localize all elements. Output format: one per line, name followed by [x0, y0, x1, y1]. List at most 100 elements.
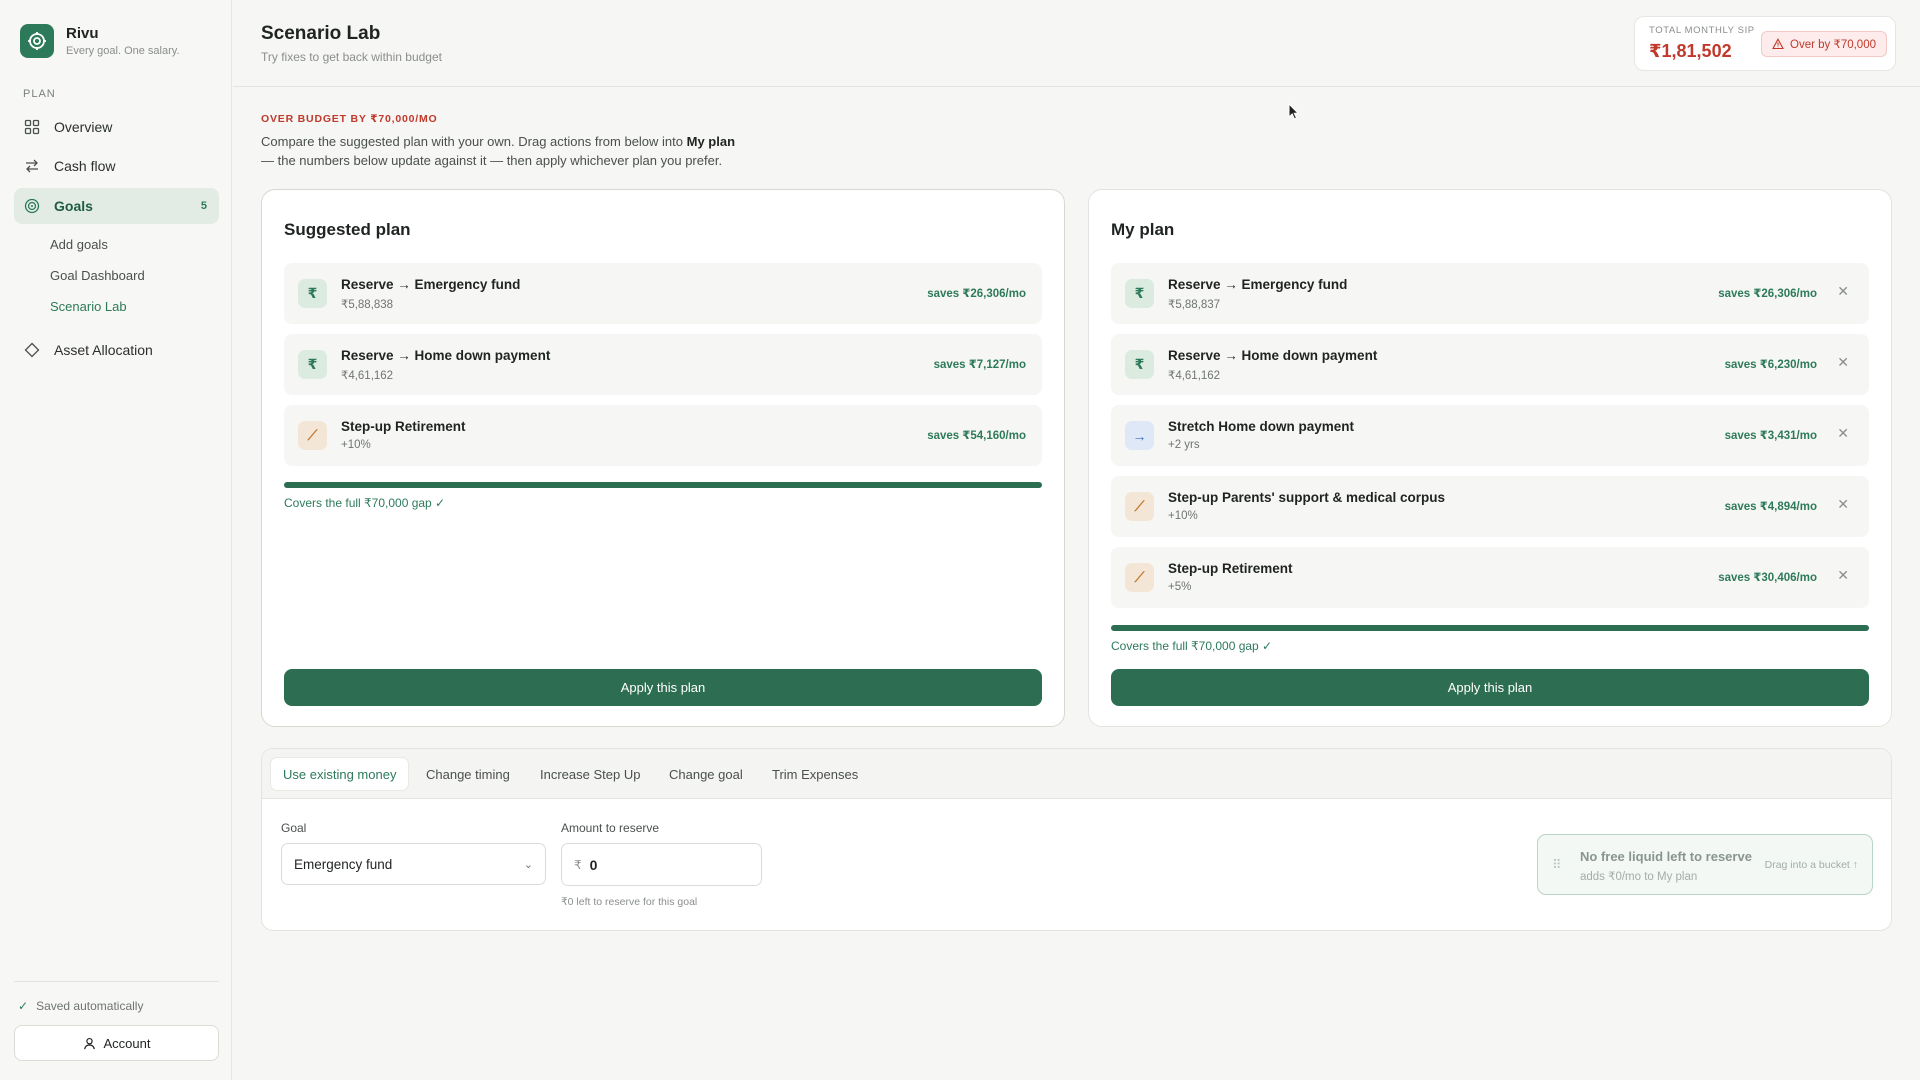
sidebar-item-asset-allocation[interactable]: Asset Allocation	[14, 332, 219, 368]
rupee-prefix: ₹	[574, 857, 582, 872]
over-budget-badge: Over by ₹70,000	[1761, 31, 1887, 57]
rupee-icon: ₹	[1125, 279, 1154, 308]
my-plan-card: My plan ₹ Reserve → Emergency fund ₹5,88…	[1088, 189, 1892, 727]
user-icon	[83, 1037, 95, 1049]
coverage-fill	[1111, 625, 1869, 631]
coverage-fill	[284, 482, 1042, 488]
check-icon: ✓	[18, 999, 29, 1013]
sip-label: TOTAL MONTHLY SIP	[1649, 25, 1755, 36]
plan-row: ⟋ Step-up Retirement +10% saves ₹54,160/…	[284, 405, 1042, 466]
saved-status: ✓ Saved automatically	[18, 999, 143, 1013]
plan-row[interactable]: ₹ Reserve → Emergency fund ₹5,88,837 sav…	[1111, 263, 1869, 324]
amount-field[interactable]: ₹	[561, 843, 762, 886]
rupee-icon: ₹	[298, 350, 327, 379]
row-subtitle: +5%	[1168, 581, 1192, 593]
drag-card-hint: Drag into a bucket ↑	[1764, 859, 1858, 871]
plan-row[interactable]: ⟋ Step-up Retirement +5% saves ₹30,406/m…	[1111, 547, 1869, 608]
amount-hint: ₹0 left to reserve for this goal	[561, 896, 698, 908]
intro-text-part: — the numbers below update against it — …	[261, 153, 723, 168]
suggested-plan-card: Suggested plan ₹ Reserve → Emergency fun…	[261, 189, 1065, 727]
diamond-icon	[24, 342, 40, 358]
sidebar-item-cash-flow[interactable]: Cash flow	[14, 148, 219, 184]
target-icon	[24, 198, 40, 214]
actions-panel: Use existing money Change timing Increas…	[261, 748, 1892, 931]
draggable-action-card[interactable]: ⠿ No free liquid left to reserve adds ₹0…	[1537, 834, 1873, 895]
goals-count-badge: 5	[200, 200, 207, 212]
plan-row: ₹ Reserve → Home down payment ₹4,61,162 …	[284, 334, 1042, 395]
actions-tabs: Use existing money Change timing Increas…	[262, 749, 1891, 799]
row-savings: saves ₹26,306/mo	[1718, 288, 1817, 300]
grid-icon	[24, 119, 40, 135]
row-title: Reserve → Emergency fund	[1168, 277, 1348, 292]
sidebar-item-label: Asset Allocation	[54, 342, 153, 358]
row-title: Stretch Home down payment	[1168, 419, 1355, 434]
apply-suggested-plan-button[interactable]: Apply this plan	[284, 669, 1042, 706]
brand[interactable]: Rivu Every goal. One salary.	[20, 24, 180, 58]
sidebar: Rivu Every goal. One salary. PLAN Overvi…	[0, 0, 232, 1080]
goal-select-value: Emergency fund	[294, 856, 393, 872]
apply-my-plan-button[interactable]: Apply this plan	[1111, 669, 1869, 706]
my-plan-coverage-text: Covers the full ₹70,000 gap ✓	[1111, 639, 1273, 653]
plan-row[interactable]: ⟋ Step-up Parents' support & medical cor…	[1111, 476, 1869, 537]
plan-row[interactable]: ₹ Reserve → Home down payment ₹4,61,162 …	[1111, 334, 1869, 395]
goal-select[interactable]: Emergency fund ⌄	[281, 843, 546, 885]
over-budget-text: Over by ₹70,000	[1790, 39, 1876, 51]
plan-row[interactable]: → Stretch Home down payment +2 yrs saves…	[1111, 405, 1869, 466]
sidebar-subitem-add-goals[interactable]: Add goals	[50, 237, 108, 252]
sidebar-subitem-goal-dashboard[interactable]: Goal Dashboard	[50, 268, 145, 283]
my-plan-rows: ₹ Reserve → Emergency fund ₹5,88,837 sav…	[1111, 263, 1869, 618]
stepup-icon: ⟋	[298, 421, 327, 450]
row-savings: saves ₹6,230/mo	[1724, 359, 1817, 371]
goal-field-label: Goal	[281, 821, 307, 835]
tab-change-timing[interactable]: Change timing	[414, 757, 522, 791]
saved-status-text: Saved automatically	[36, 999, 144, 1013]
remove-row-close-icon[interactable]: ✕	[1837, 283, 1849, 300]
brand-logo-icon	[20, 24, 54, 58]
suggested-plan-rows: ₹ Reserve → Emergency fund ₹5,88,838 sav…	[284, 263, 1042, 476]
row-title: Reserve → Home down payment	[1168, 348, 1378, 363]
row-savings: saves ₹3,431/mo	[1724, 430, 1817, 442]
row-subtitle: ₹4,61,162	[1168, 370, 1221, 382]
sidebar-item-goals[interactable]: Goals 5	[14, 188, 219, 224]
plan-row: ₹ Reserve → Emergency fund ₹5,88,838 sav…	[284, 263, 1042, 324]
chevron-down-icon: ⌄	[523, 858, 533, 871]
row-subtitle: +10%	[1168, 510, 1198, 522]
tab-increase-step-up[interactable]: Increase Step Up	[528, 757, 652, 791]
intro-text-part: Compare the suggested plan with your own…	[261, 134, 687, 149]
tab-change-goal[interactable]: Change goal	[657, 757, 755, 791]
tab-use-existing-money[interactable]: Use existing money	[270, 757, 410, 791]
remove-row-close-icon[interactable]: ✕	[1837, 496, 1849, 513]
arrow-right-icon: →	[1125, 421, 1154, 450]
stepup-icon: ⟋	[1125, 563, 1154, 592]
drag-handle-icon[interactable]: ⠿	[1552, 857, 1561, 873]
remove-row-close-icon[interactable]: ✕	[1837, 354, 1849, 371]
drag-card-subtitle: adds ₹0/mo to My plan	[1580, 871, 1698, 883]
row-subtitle: ₹5,88,838	[341, 299, 394, 311]
tab-trim-expenses[interactable]: Trim Expenses	[760, 757, 870, 791]
account-button[interactable]: Account	[14, 1025, 219, 1061]
sidebar-item-overview[interactable]: Overview	[14, 109, 219, 145]
drag-card-title: No free liquid left to reserve	[1580, 849, 1752, 864]
remove-row-close-icon[interactable]: ✕	[1837, 567, 1849, 584]
rupee-icon: ₹	[1125, 350, 1154, 379]
page-title: Scenario Lab	[261, 23, 381, 44]
sidebar-item-label: Goals	[54, 198, 93, 214]
nav-section-label: PLAN	[23, 88, 56, 100]
mouse-cursor-icon	[1288, 103, 1300, 120]
row-subtitle: ₹5,88,837	[1168, 299, 1221, 311]
row-title: Reserve → Home down payment	[341, 348, 551, 363]
row-savings: saves ₹54,160/mo	[927, 430, 1026, 442]
page-subtitle: Try fixes to get back within budget	[261, 50, 442, 64]
row-savings: saves ₹30,406/mo	[1718, 572, 1817, 584]
remove-row-close-icon[interactable]: ✕	[1837, 425, 1849, 442]
row-title: Step-up Parents' support & medical corpu…	[1168, 490, 1446, 505]
row-title: Step-up Retirement	[341, 419, 466, 434]
sidebar-divider	[14, 981, 219, 982]
suggested-coverage-text: Covers the full ₹70,000 gap ✓	[284, 496, 446, 510]
row-savings: saves ₹4,894/mo	[1724, 501, 1817, 513]
sidebar-subitem-scenario-lab[interactable]: Scenario Lab	[50, 299, 127, 314]
row-savings: saves ₹7,127/mo	[933, 359, 1026, 371]
amount-input[interactable]	[589, 856, 740, 873]
brand-tagline: Every goal. One salary.	[66, 45, 180, 57]
intro-text: Compare the suggested plan with your own…	[261, 132, 761, 170]
